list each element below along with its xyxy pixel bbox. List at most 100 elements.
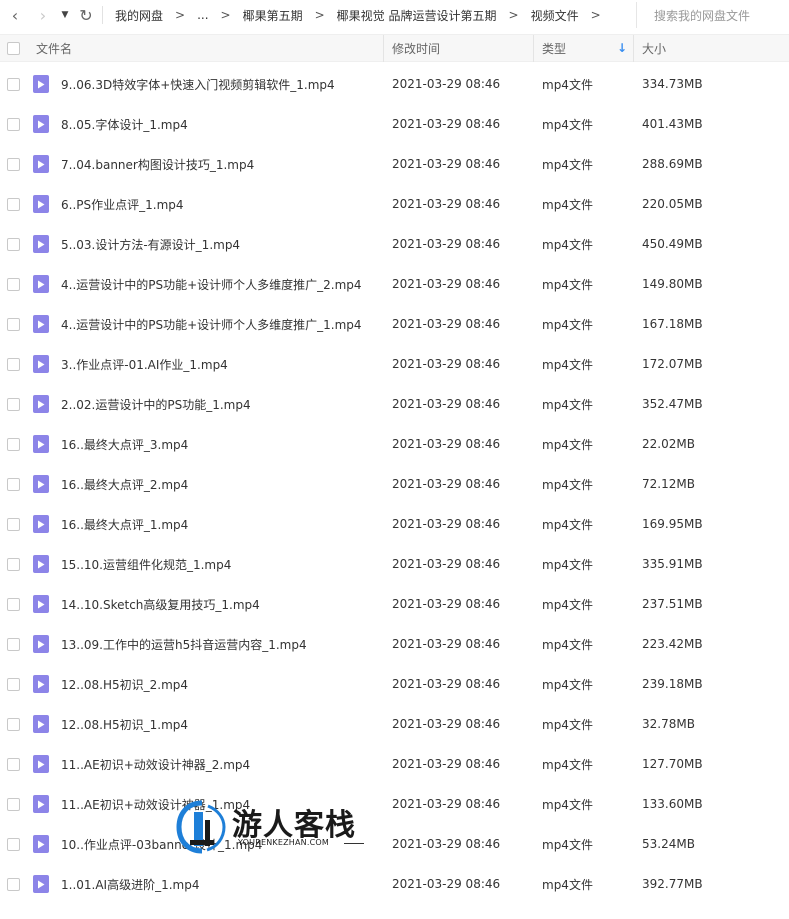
file-row[interactable]: 4..运营设计中的PS功能+设计师个人多维度推广_1.mp4 2021-03-29… — [0, 304, 789, 344]
toolbar-divider — [102, 6, 103, 24]
breadcrumb-item-folder[interactable]: 椰果视觉 品牌运营设计第五期 — [337, 7, 497, 24]
file-type: mp4文件 — [542, 357, 593, 372]
row-checkbox[interactable] — [7, 824, 20, 864]
row-checkbox[interactable] — [7, 264, 20, 304]
breadcrumb: 我的网盘 > ... > 椰果第五期 > 椰果视觉 品牌运营设计第五期 > 视频… — [115, 7, 613, 24]
caret-down-icon[interactable]: ▼ — [58, 0, 72, 30]
file-row[interactable]: 10..作业点评-03banner设计_1.mp4 2021-03-29 08:4… — [0, 824, 789, 864]
file-name[interactable]: 4..运营设计中的PS功能+设计师个人多维度推广_1.mp4 — [61, 304, 362, 344]
file-modified-time: 2021-03-29 08:46 — [392, 397, 501, 411]
column-header-modified[interactable]: 修改时间 — [392, 35, 440, 62]
row-checkbox[interactable] — [7, 664, 20, 704]
file-row[interactable]: 12..08.H5初识_1.mp4 2021-03-29 08:46 mp4文件 32… — [0, 704, 789, 744]
file-type: mp4文件 — [542, 77, 593, 92]
file-row[interactable]: 16..最终大点评_1.mp4 2021-03-29 08:46 mp4文件 169.… — [0, 504, 789, 544]
breadcrumb-separator: > — [508, 8, 519, 22]
column-header-name[interactable]: 文件名 — [36, 35, 72, 62]
file-row[interactable]: 6..PS作业点评_1.mp4 2021-03-29 08:46 mp4文件 220.… — [0, 184, 789, 224]
row-checkbox[interactable] — [7, 784, 20, 824]
file-row[interactable]: 5..03.设计方法-有源设计_1.mp4 2021-03-29 08:46 mp4… — [0, 224, 789, 264]
row-checkbox[interactable] — [7, 584, 20, 624]
file-type: mp4文件 — [542, 157, 593, 172]
file-row[interactable]: 15..10.运营组件化规范_1.mp4 2021-03-29 08:46 mp4文… — [0, 544, 789, 584]
breadcrumb-item-ellipsis[interactable]: ... — [197, 8, 208, 22]
file-name[interactable]: 7..04.banner构图设计技巧_1.mp4 — [61, 144, 254, 184]
file-row[interactable]: 13..09.工作中的运营h5抖音运营内容_1.mp4 2021-03-29 08… — [0, 624, 789, 664]
row-checkbox[interactable] — [7, 544, 20, 584]
row-checkbox[interactable] — [7, 104, 20, 144]
file-size: 223.42MB — [642, 637, 703, 651]
select-all-checkbox[interactable] — [7, 35, 20, 62]
file-row[interactable]: 14..10.Sketch高级复用技巧_1.mp4 2021-03-29 08:4… — [0, 584, 789, 624]
row-checkbox[interactable] — [7, 864, 20, 904]
file-name[interactable]: 13..09.工作中的运营h5抖音运营内容_1.mp4 — [61, 624, 307, 664]
row-checkbox[interactable] — [7, 464, 20, 504]
breadcrumb-item-root[interactable]: 我的网盘 — [115, 7, 163, 24]
file-name[interactable]: 14..10.Sketch高级复用技巧_1.mp4 — [61, 584, 260, 624]
video-file-icon — [33, 424, 49, 464]
row-checkbox[interactable] — [7, 744, 20, 784]
row-checkbox[interactable] — [7, 704, 20, 744]
column-header-size[interactable]: 大小 — [642, 35, 666, 62]
breadcrumb-item-folder[interactable]: 椰果第五期 — [243, 7, 303, 24]
file-size: 169.95MB — [642, 517, 703, 531]
file-row[interactable]: 2..02.运营设计中的PS功能_1.mp4 2021-03-29 08:46 mp… — [0, 384, 789, 424]
file-name[interactable]: 2..02.运营设计中的PS功能_1.mp4 — [61, 384, 251, 424]
file-row[interactable]: 1..01.AI高级进阶_1.mp4 2021-03-29 08:46 mp4文件 3… — [0, 864, 789, 904]
file-name[interactable]: 11..AE初识+动效设计神器_2.mp4 — [61, 744, 250, 784]
row-checkbox[interactable] — [7, 304, 20, 344]
file-row[interactable]: 11..AE初识+动效设计神器_1.mp4 2021-03-29 08:46 mp4… — [0, 784, 789, 824]
video-file-icon — [33, 464, 49, 504]
file-row[interactable]: 7..04.banner构图设计技巧_1.mp4 2021-03-29 08:46… — [0, 144, 789, 184]
file-name[interactable]: 8..05.字体设计_1.mp4 — [61, 104, 188, 144]
sort-arrow-icon: ↓ — [617, 41, 628, 55]
breadcrumb-item-current[interactable]: 视频文件 — [531, 7, 579, 24]
column-divider[interactable] — [383, 35, 384, 62]
file-name[interactable]: 4..运营设计中的PS功能+设计师个人多维度推广_2.mp4 — [61, 264, 362, 304]
file-name[interactable]: 16..最终大点评_1.mp4 — [61, 504, 188, 544]
file-modified-time: 2021-03-29 08:46 — [392, 877, 501, 891]
row-checkbox[interactable] — [7, 184, 20, 224]
chevron-left-icon[interactable]: ‹ — [4, 0, 26, 30]
file-name[interactable]: 16..最终大点评_3.mp4 — [61, 424, 188, 464]
file-row[interactable]: 8..05.字体设计_1.mp4 2021-03-29 08:46 mp4文件 401… — [0, 104, 789, 144]
row-checkbox[interactable] — [7, 624, 20, 664]
search-input[interactable]: 搜索我的网盘文件 — [636, 2, 789, 28]
file-size: 53.24MB — [642, 837, 695, 851]
row-checkbox[interactable] — [7, 64, 20, 104]
column-divider[interactable] — [633, 35, 634, 62]
file-name[interactable]: 6..PS作业点评_1.mp4 — [61, 184, 184, 224]
refresh-icon[interactable]: ↻ — [76, 0, 96, 30]
file-modified-time: 2021-03-29 08:46 — [392, 557, 501, 571]
file-row[interactable]: 4..运营设计中的PS功能+设计师个人多维度推广_2.mp4 2021-03-29… — [0, 264, 789, 304]
file-name[interactable]: 1..01.AI高级进阶_1.mp4 — [61, 864, 200, 904]
file-size: 72.12MB — [642, 477, 695, 491]
file-name[interactable]: 16..最终大点评_2.mp4 — [61, 464, 188, 504]
file-row[interactable]: 16..最终大点评_2.mp4 2021-03-29 08:46 mp4文件 72.1… — [0, 464, 789, 504]
file-type: mp4文件 — [542, 797, 593, 812]
file-row[interactable]: 16..最终大点评_3.mp4 2021-03-29 08:46 mp4文件 22.0… — [0, 424, 789, 464]
file-type: mp4文件 — [542, 597, 593, 612]
row-checkbox[interactable] — [7, 224, 20, 264]
file-name[interactable]: 3..作业点评-01.AI作业_1.mp4 — [61, 344, 228, 384]
chevron-right-icon[interactable]: › — [32, 0, 54, 30]
column-divider[interactable] — [533, 35, 534, 62]
row-checkbox[interactable] — [7, 504, 20, 544]
file-row[interactable]: 3..作业点评-01.AI作业_1.mp4 2021-03-29 08:46 mp4… — [0, 344, 789, 384]
file-name[interactable]: 5..03.设计方法-有源设计_1.mp4 — [61, 224, 240, 264]
file-row[interactable]: 9..06.3D特效字体+快速入门视频剪辑软件_1.mp4 2021-03-29 … — [0, 64, 789, 104]
file-name[interactable]: 12..08.H5初识_2.mp4 — [61, 664, 188, 704]
file-name[interactable]: 9..06.3D特效字体+快速入门视频剪辑软件_1.mp4 — [61, 64, 335, 104]
row-checkbox[interactable] — [7, 384, 20, 424]
row-checkbox[interactable] — [7, 144, 20, 184]
column-header-type[interactable]: 类型 — [542, 35, 566, 62]
row-checkbox[interactable] — [7, 344, 20, 384]
file-size: 149.80MB — [642, 277, 703, 291]
file-name[interactable]: 15..10.运营组件化规范_1.mp4 — [61, 544, 231, 584]
file-row[interactable]: 11..AE初识+动效设计神器_2.mp4 2021-03-29 08:46 mp4… — [0, 744, 789, 784]
video-file-icon — [33, 184, 49, 224]
file-name[interactable]: 12..08.H5初识_1.mp4 — [61, 704, 188, 744]
row-checkbox[interactable] — [7, 424, 20, 464]
file-modified-time: 2021-03-29 08:46 — [392, 77, 501, 91]
file-row[interactable]: 12..08.H5初识_2.mp4 2021-03-29 08:46 mp4文件 23… — [0, 664, 789, 704]
